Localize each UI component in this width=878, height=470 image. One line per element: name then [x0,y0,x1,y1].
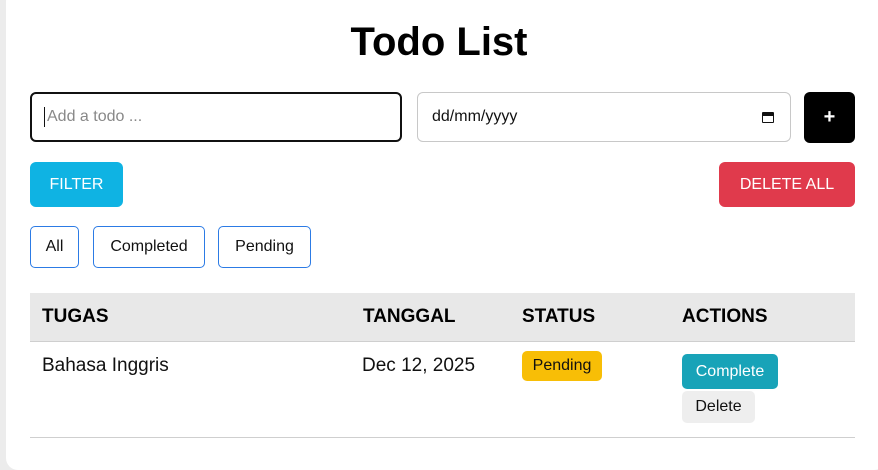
todo-input-placeholder: Add a todo ... [47,108,143,125]
page-title: Todo List [350,20,528,64]
delete-all-button[interactable]: DELETE ALL [719,162,855,207]
todo-app: Todo List Add a todo ... dd/mm/yyyy + FI… [0,0,878,459]
filter-pending-button[interactable]: Pending [218,226,311,268]
todo-input[interactable]: Add a todo ... [30,92,402,142]
table-header: TUGAS TANGGAL STATUS ACTIONS [30,293,855,342]
complete-button[interactable]: Complete [682,354,778,389]
date-input[interactable]: dd/mm/yyyy [417,92,791,142]
filter-all-button[interactable]: All [30,226,79,268]
column-header-tugas: TUGAS [42,306,109,327]
column-header-status: STATUS [522,306,596,327]
delete-button[interactable]: Delete [682,391,755,423]
filter-completed-button[interactable]: Completed [93,226,205,268]
status-badge: Pending [522,351,602,381]
text-caret [44,107,45,127]
row-divider [30,437,855,438]
column-header-tanggal: TANGGAL [363,306,456,327]
task-date: Dec 12, 2025 [362,355,476,376]
add-todo-button[interactable]: + [804,92,855,143]
filter-button[interactable]: FILTER [30,162,123,207]
date-input-placeholder: dd/mm/yyyy [432,108,518,125]
calendar-icon[interactable] [762,110,776,124]
task-name: Bahasa Inggris [42,355,169,376]
column-header-actions: ACTIONS [682,306,768,327]
